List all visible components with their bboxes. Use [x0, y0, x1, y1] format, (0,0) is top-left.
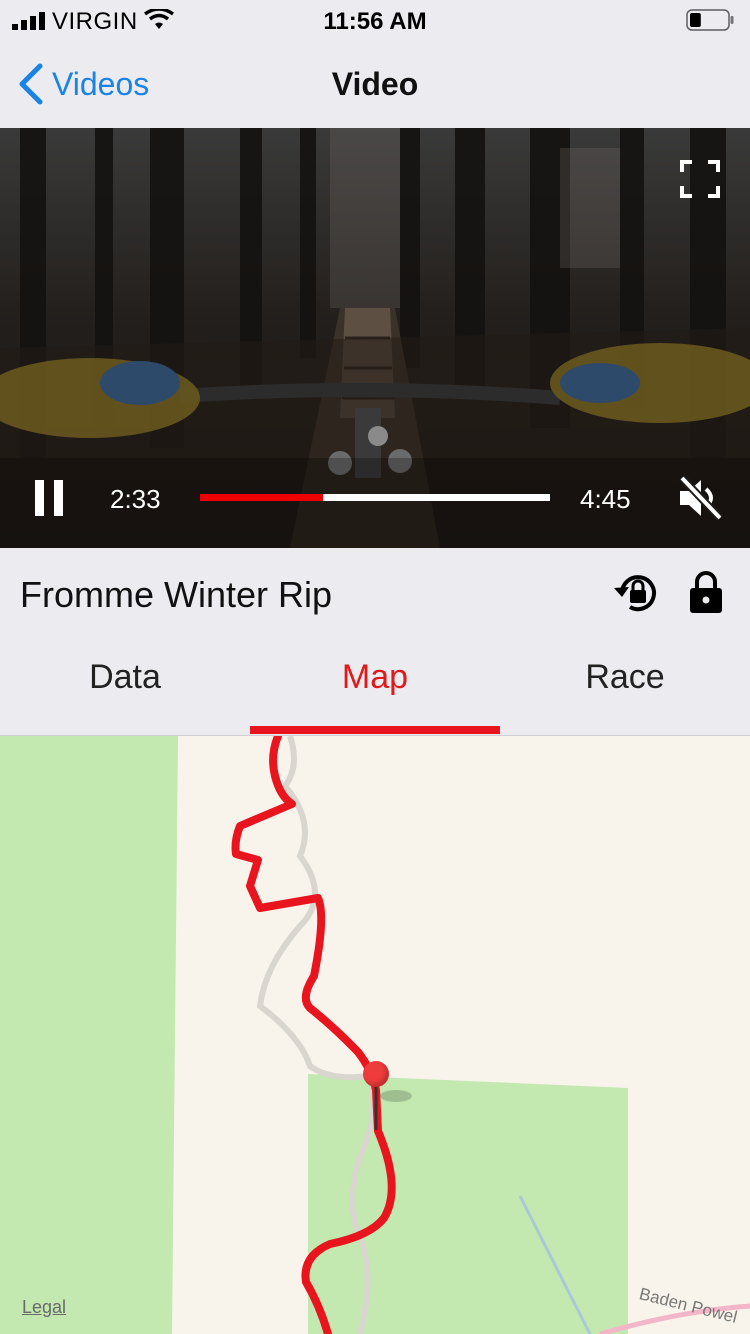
status-time: 11:56 AM: [323, 8, 427, 35]
tab-bar: Data Map Race: [0, 640, 750, 736]
navigation-bar: Videos Video: [0, 40, 750, 128]
pause-icon: [35, 480, 44, 516]
progress-fill: [200, 494, 323, 501]
lock-icon[interactable]: [688, 570, 724, 614]
fullscreen-icon[interactable]: [680, 160, 720, 198]
map-canvas: [0, 736, 750, 1334]
progress-bar[interactable]: [200, 494, 550, 501]
mute-icon[interactable]: [676, 474, 724, 522]
tab-data[interactable]: Data: [0, 640, 250, 736]
back-button[interactable]: Videos: [16, 62, 149, 106]
legal-link[interactable]: Legal: [22, 1297, 66, 1318]
rotation-lock-icon[interactable]: [612, 570, 662, 616]
total-time: 4:45: [580, 484, 631, 514]
battery-icon: [686, 9, 734, 31]
chevron-left-icon: [19, 63, 43, 105]
video-title-bar: Fromme Winter Rip: [0, 548, 750, 640]
location-pin-icon[interactable]: [363, 1061, 389, 1087]
video-title: Fromme Winter Rip: [20, 574, 333, 615]
video-player[interactable]: 2:33 4:45: [0, 128, 750, 548]
status-bar: VIRGIN 11:56 AM: [0, 0, 750, 40]
back-label: Videos: [52, 65, 150, 102]
pause-button[interactable]: [32, 480, 68, 516]
map-view[interactable]: Baden Powel Legal: [0, 736, 750, 1334]
current-time: 2:33: [110, 484, 161, 514]
tab-race[interactable]: Race: [500, 640, 750, 736]
tab-map[interactable]: Map: [250, 640, 500, 736]
